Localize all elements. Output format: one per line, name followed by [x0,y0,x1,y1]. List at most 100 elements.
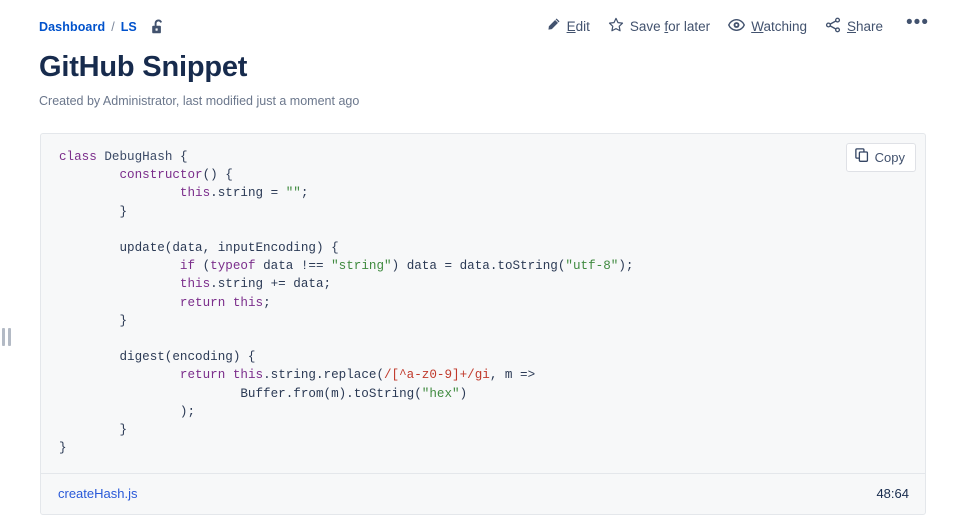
code-line: this.string = ""; [59,184,909,202]
code-token-key: typeof [210,259,256,274]
code-content[interactable]: class DebugHash { constructor() { this.s… [41,134,925,473]
code-token-pln: { [172,150,188,164]
code-token-pln: () { [202,168,233,183]
code-token-pln: } [59,441,67,456]
code-token-pln [59,296,180,310]
code-token-pln: ); [59,404,196,419]
code-token-pln [59,186,180,200]
share-label: Share [847,18,883,36]
watching-label: Watching [751,18,807,36]
code-token-pln: ) data = data.toString( [391,259,566,274]
more-actions-button[interactable]: ••• [898,10,937,36]
page-header: Dashboard / LS Edit Save for later Watch… [0,0,965,40]
code-token-key: this [179,277,211,292]
save-for-later-button[interactable]: Save for later [599,13,719,42]
code-token-pln [59,168,119,182]
code-token-pln: ; [263,295,271,310]
code-line: } [59,312,909,330]
code-token-pln: Buffer.from(m).toString( [59,386,422,401]
code-token-pln: } [59,423,128,438]
code-line: return this; [59,294,909,312]
code-token-key: return [179,368,226,383]
eye-icon [728,18,746,37]
code-token-key: class [59,150,97,164]
edit-button[interactable]: Edit [537,13,599,41]
share-label-rest: hare [856,19,884,34]
page-action-toolbar: Edit Save for later Watching Share ••• [537,13,937,42]
edit-accesskey: E [566,19,576,34]
code-token-key: this [232,295,264,310]
code-line: digest(encoding) { [59,348,909,366]
code-token-key: constructor [119,168,203,183]
copy-icon [854,148,869,167]
code-token-pln [225,296,233,310]
breadcrumb-item-dashboard[interactable]: Dashboard [39,19,105,35]
code-line: this.string += data; [59,275,909,293]
code-token-pln: digest(encoding) { [59,350,256,365]
breadcrumb: Dashboard / LS [39,19,166,36]
code-token-str: "hex" [421,386,460,401]
code-token-str: "" [285,186,301,201]
share-icon [825,17,841,38]
breadcrumb-separator: / [111,20,115,34]
watching-label-rest: atching [763,19,807,34]
code-token-key: this [232,368,264,383]
code-block-macro: Copy class DebugHash { constructor() { t… [40,133,926,516]
page-title-block: GitHub Snippet Created by Administrator,… [0,40,965,109]
code-token-str: "string" [331,259,392,274]
code-token-pln: } [59,313,128,328]
code-token-pln: ); [618,259,634,274]
code-token-pln [59,368,180,382]
share-accesskey: S [846,19,856,34]
star-icon [608,17,624,38]
code-token-pln: ) [459,386,468,401]
code-token-pln: .string.replace( [263,368,384,383]
edit-label-rest: dit [575,19,590,34]
code-token-str: "utf-8" [565,259,619,274]
code-token-pln: ( [195,259,211,274]
code-token-pln [59,277,180,291]
code-token-pln [225,368,233,382]
code-token-pln: .string = [210,186,286,201]
watching-accesskey: W [751,19,764,34]
code-line: if (typeof data !== "string") data = dat… [59,257,909,275]
code-token-pln: update(data, inputEncoding) { [59,241,339,256]
code-line: } [59,421,909,439]
code-filename-link[interactable]: createHash.js [58,485,137,502]
edit-button-label: Edit [567,18,590,36]
share-button[interactable]: Share [816,13,892,42]
code-token-pln: data !== [255,259,332,274]
save-for-later-label: Save for later [630,18,710,36]
copy-button-label: Copy [874,149,905,165]
code-line: } [59,439,909,457]
watching-button[interactable]: Watching [719,14,816,41]
code-token-key: this [179,186,211,201]
code-line: ); [59,403,909,421]
code-token-pln: .string += data; [210,277,332,292]
code-cursor-position: 48:64 [876,486,909,502]
code-line: return this.string.replace(/[^a-z0-9]+/g… [59,366,909,384]
code-line: } [59,203,909,221]
code-token-pln: , m => [489,368,536,383]
code-line: Buffer.from(m).toString("hex") [59,385,909,403]
copy-button[interactable]: Copy [845,143,916,172]
code-token-pln [59,259,180,273]
code-line: update(data, inputEncoding) { [59,239,909,257]
page-title: GitHub Snippet [39,51,248,83]
code-token-key: return [179,295,226,310]
pencil-icon [546,17,561,37]
code-block-footer: createHash.js 48:64 [41,473,925,515]
code-line: constructor() { [59,166,909,184]
code-line: class DebugHash { [59,148,909,166]
save-label-pre: Save [629,19,665,34]
save-label-rest: or later [668,19,711,34]
breadcrumb-item-space[interactable]: LS [121,19,137,35]
code-token-pln: } [59,204,128,219]
unlocked-padlock-icon[interactable] [151,19,166,36]
code-token-pln: ; [300,186,309,201]
page-byline: Created by Administrator, last modified … [39,94,360,108]
code-token-rgx: /[^a-z0-9]+/gi [384,368,490,383]
code-token-name: DebugHash [104,150,173,164]
